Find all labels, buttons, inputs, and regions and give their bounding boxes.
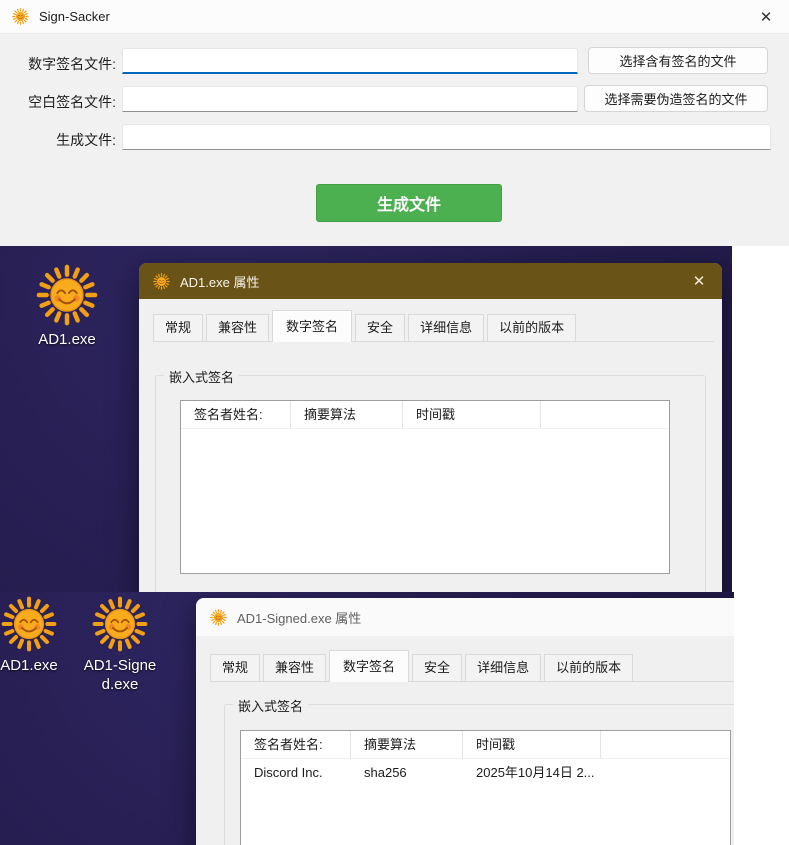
properties-dialog-ad1: AD1.exe 属性 ✕ 常规 兼容性 数字签名 安全 详细信息 以前的版本 嵌… <box>139 263 722 592</box>
dialog-title: AD1-Signed.exe 属性 <box>237 608 361 627</box>
sign-sacker-window: Sign-Sacker ✕ 数字签名文件: 选择含有签名的文件 空白签名文件: … <box>0 0 789 246</box>
tab-digital-signatures[interactable]: 数字签名 <box>272 310 352 342</box>
app-titlebar: Sign-Sacker <box>0 0 789 34</box>
tab-security[interactable]: 安全 <box>355 314 405 341</box>
tab-previous-versions[interactable]: 以前的版本 <box>544 654 633 681</box>
column-header-timestamp[interactable]: 时间戳 <box>403 401 541 428</box>
group-label: 嵌入式签名 <box>164 367 239 386</box>
column-header-signer[interactable]: 签名者姓名: <box>241 731 351 758</box>
table-header-row: 签名者姓名: 摘要算法 时间戳 <box>181 401 669 429</box>
blank-file-label: 空白签名文件: <box>0 89 116 115</box>
generate-file-button[interactable]: 生成文件 <box>316 184 502 222</box>
signature-table: 签名者姓名: 摘要算法 时间戳 Discord Inc. sha256 2025… <box>240 730 731 845</box>
pick-signed-file-button[interactable]: 选择含有签名的文件 <box>588 47 768 74</box>
column-header-signer[interactable]: 签名者姓名: <box>181 401 291 428</box>
sun-icon <box>210 609 227 626</box>
output-file-input[interactable] <box>122 124 771 150</box>
column-header-blank <box>601 731 730 758</box>
dialog-titlebar: AD1.exe 属性 <box>139 263 722 299</box>
desktop-icon-ad1-signed[interactable]: AD1-Signed.exe <box>78 596 162 694</box>
tab-strip: 常规 兼容性 数字签名 安全 详细信息 以前的版本 <box>153 309 714 342</box>
tab-strip: 常规 兼容性 数字签名 安全 详细信息 以前的版本 <box>210 649 734 682</box>
signed-file-input[interactable] <box>122 48 578 74</box>
close-icon[interactable]: ✕ <box>743 0 789 34</box>
signature-table: 签名者姓名: 摘要算法 时间戳 <box>180 400 670 574</box>
properties-dialog-ad1-signed: AD1-Signed.exe 属性 常规 兼容性 数字签名 安全 详细信息 以前… <box>196 598 734 845</box>
tab-general[interactable]: 常规 <box>153 314 203 341</box>
tab-general[interactable]: 常规 <box>210 654 260 681</box>
desktop-bottom: AD1.exe AD1-Signed.exe <box>0 592 734 845</box>
blank-file-input[interactable] <box>122 86 578 112</box>
tab-compatibility[interactable]: 兼容性 <box>263 654 326 681</box>
sun-icon <box>92 596 148 652</box>
icon-label: AD1.exe <box>38 330 96 349</box>
sun-icon <box>12 8 29 25</box>
group-label: 嵌入式签名 <box>233 696 308 715</box>
output-file-label: 生成文件: <box>0 127 116 153</box>
tab-details[interactable]: 详细信息 <box>465 654 541 681</box>
tab-digital-signatures[interactable]: 数字签名 <box>329 650 409 682</box>
icon-label: AD1.exe <box>0 656 58 675</box>
signer-name-cell: Discord Inc. <box>241 759 351 787</box>
column-header-timestamp[interactable]: 时间戳 <box>463 731 601 758</box>
digest-algorithm-cell: sha256 <box>351 759 463 787</box>
pick-target-file-button[interactable]: 选择需要伪造签名的文件 <box>584 85 768 112</box>
column-header-digest[interactable]: 摘要算法 <box>351 731 463 758</box>
icon-label: AD1-Signed.exe <box>78 656 162 694</box>
table-row-signature[interactable]: Discord Inc. sha256 2025年10月14日 2... <box>241 759 730 787</box>
sun-icon <box>153 273 170 290</box>
dialog-titlebar: AD1-Signed.exe 属性 <box>196 598 734 636</box>
desktop-icon-ad1[interactable]: AD1.exe <box>25 264 109 349</box>
tab-previous-versions[interactable]: 以前的版本 <box>487 314 576 341</box>
close-icon[interactable]: ✕ <box>676 263 722 299</box>
sun-icon <box>1 596 57 652</box>
app-title: Sign-Sacker <box>39 9 110 24</box>
tab-security[interactable]: 安全 <box>412 654 462 681</box>
table-header-row: 签名者姓名: 摘要算法 时间戳 <box>241 731 730 759</box>
signed-file-label: 数字签名文件: <box>0 51 116 77</box>
column-header-blank <box>541 401 669 428</box>
desktop-mid: AD1.exe AD1.exe 属性 ✕ 常规 兼容性 数字签名 安全 详细信息… <box>0 246 732 592</box>
tab-compatibility[interactable]: 兼容性 <box>206 314 269 341</box>
sun-icon <box>36 264 98 326</box>
tab-details[interactable]: 详细信息 <box>408 314 484 341</box>
desktop-icon-ad1[interactable]: AD1.exe <box>0 596 71 675</box>
column-header-digest[interactable]: 摘要算法 <box>291 401 403 428</box>
timestamp-cell: 2025年10月14日 2... <box>463 759 601 787</box>
dialog-title: AD1.exe 属性 <box>180 272 259 291</box>
